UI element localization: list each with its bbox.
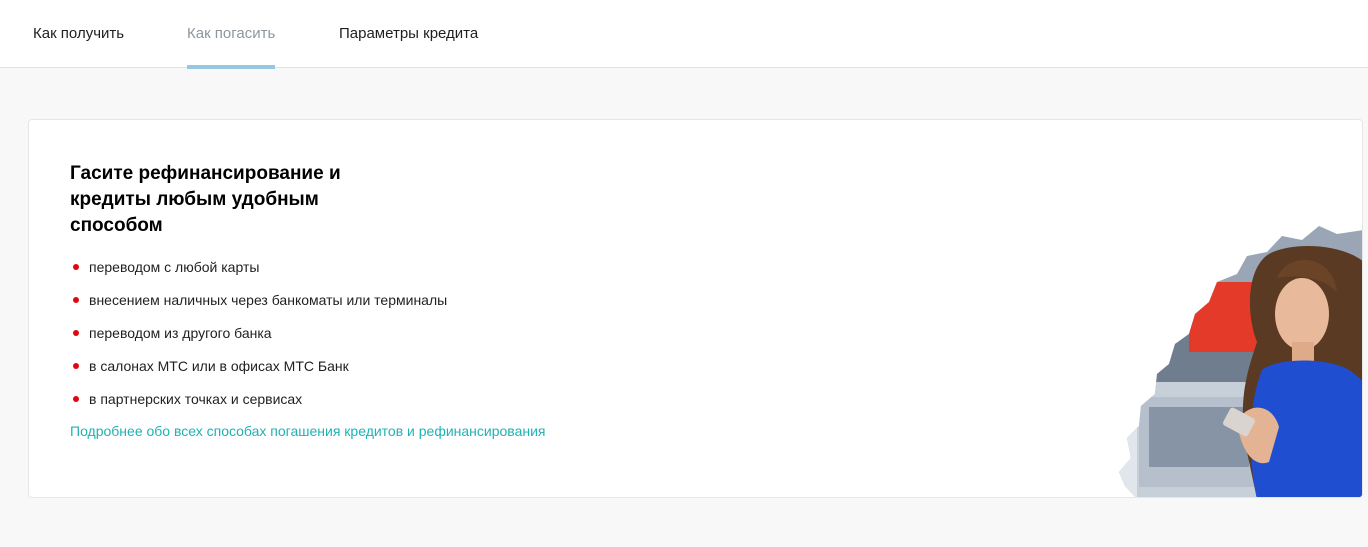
bullet-icon [73,396,79,402]
list-item-text: внесением наличных через банкоматы или т… [89,292,448,308]
woman-with-phone-illustration [1119,226,1362,497]
card-title: Гасите рефинансирование и кредиты любым … [70,163,341,236]
tabs-bar: Как получить Как погасить Параметры кред… [0,0,1368,69]
list-item-text: в салонах МТС или в офисах МТС Банк [89,358,349,374]
repayment-card: Гасите рефинансирование и кредиты любым … [28,119,1363,498]
bullet-icon [73,297,79,303]
tab-credit-parameters[interactable]: Параметры кредита [339,0,478,68]
tab-how-to-repay[interactable]: Как погасить [187,0,276,69]
list-item-text: переводом с любой карты [89,259,260,275]
bullet-icon [73,330,79,336]
list-item: в партнерских точках и сервисах [70,390,447,423]
list-item: переводом с любой карты [70,258,447,291]
tab-how-to-get[interactable]: Как получить [33,0,124,68]
list-item: переводом из другого банка [70,324,447,357]
bullet-icon [73,264,79,270]
list-item-text: переводом из другого банка [89,325,272,341]
list-item: внесением наличных через банкоматы или т… [70,291,447,324]
list-item: в салонах МТС или в офисах МТС Банк [70,357,447,390]
bullet-icon [73,363,79,369]
more-info-link[interactable]: Подробнее обо всех способах погашения кр… [70,422,546,440]
repayment-methods-list: переводом с любой карты внесением наличн… [70,258,447,423]
list-item-text: в партнерских точках и сервисах [89,391,303,407]
